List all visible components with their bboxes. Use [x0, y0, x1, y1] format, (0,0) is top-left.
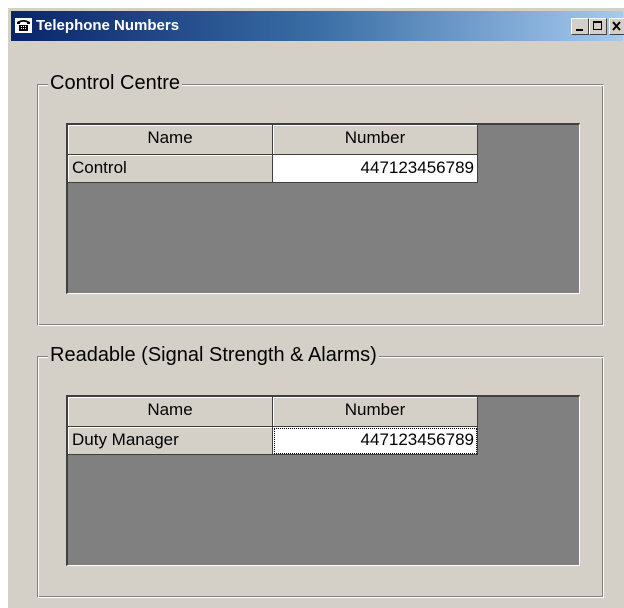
maximize-button[interactable]: [589, 18, 607, 35]
row-number-cell[interactable]: 447123456789: [273, 155, 478, 183]
row-name-cell[interactable]: Control: [68, 155, 273, 183]
phone-grid[interactable]: Name Number Control 447123456789: [66, 123, 580, 294]
telephone-numbers-window: Telephone Numbers Control Centre Name Nu…: [8, 8, 624, 608]
readable-group: Readable (Signal Strength & Alarms) Name…: [37, 343, 604, 598]
minimize-icon: [576, 29, 583, 31]
phone-grid[interactable]: Name Number Duty Manager 447123456789: [66, 395, 580, 566]
close-icon: [612, 21, 621, 31]
column-header-name[interactable]: Name: [68, 125, 273, 155]
control-centre-group: Control Centre Name Number Control 44712…: [37, 71, 604, 326]
column-header-number[interactable]: Number: [273, 397, 478, 427]
telephone-icon: [15, 18, 32, 33]
group-legend: Readable (Signal Strength & Alarms): [48, 343, 379, 367]
column-header-name[interactable]: Name: [68, 397, 273, 427]
close-button[interactable]: [609, 18, 624, 35]
title-bar[interactable]: Telephone Numbers: [11, 11, 624, 41]
row-number-cell[interactable]: 447123456789: [273, 427, 478, 455]
group-legend: Control Centre: [48, 71, 183, 95]
minimize-button[interactable]: [571, 18, 589, 35]
row-name-cell[interactable]: Duty Manager: [68, 427, 273, 455]
column-header-number[interactable]: Number: [273, 125, 478, 155]
window-title: Telephone Numbers: [36, 17, 180, 34]
maximize-icon: [593, 21, 602, 30]
